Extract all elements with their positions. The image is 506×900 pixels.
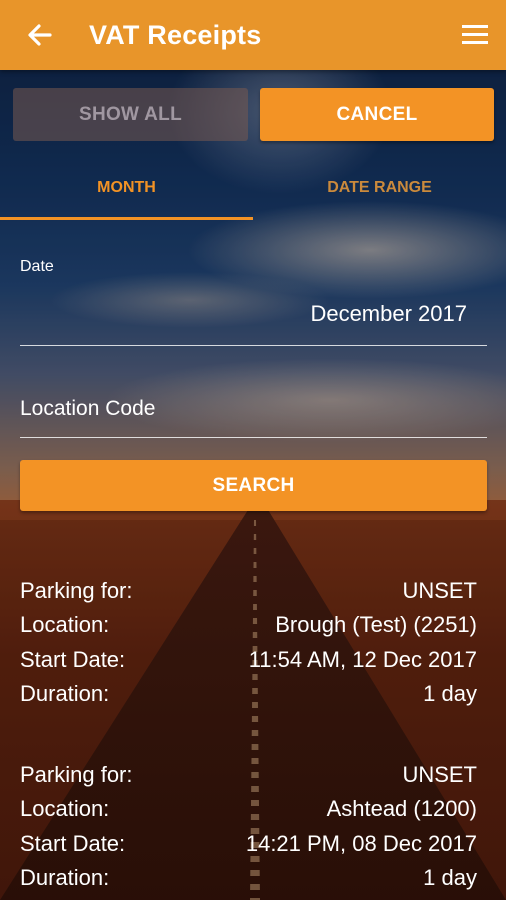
receipt-key: Location: [20, 796, 110, 822]
receipt-item[interactable]: Parking for: UNSET Location: Ashtead (12… [20, 762, 477, 899]
receipt-value: 1 day [423, 680, 477, 706]
receipt-row-duration: Duration: 1 day [20, 681, 477, 715]
receipt-value: UNSET [402, 578, 477, 603]
location-field-underline [20, 437, 487, 438]
receipt-value: 11:54 AM, 12 Dec 2017 [248, 646, 477, 672]
receipt-row-parking-for: Parking for: UNSET [20, 762, 477, 796]
search-button[interactable]: SEARCH [20, 460, 487, 511]
date-field-underline [20, 345, 487, 346]
tab-indicator [0, 217, 253, 220]
receipt-key: Start Date: [20, 646, 126, 672]
receipt-row-location: Location: Brough (Test) (2251) [20, 612, 477, 646]
app-bar: VAT Receipts [0, 0, 506, 70]
receipt-key: Parking for: [20, 578, 133, 603]
receipt-row-location: Location: Ashtead (1200) [20, 796, 477, 830]
receipt-key: Location: [20, 612, 110, 638]
receipt-value: UNSET [402, 762, 477, 787]
tab-date-range[interactable]: DATE RANGE [253, 168, 506, 218]
location-code-input[interactable] [20, 394, 487, 424]
receipt-row-start-date: Start Date: 11:54 AM, 12 Dec 2017 [20, 647, 477, 681]
date-picker-field[interactable]: December 2017 [310, 301, 467, 327]
receipt-value: Ashtead (1200) [326, 796, 477, 822]
hamburger-menu-icon [462, 25, 488, 44]
menu-button[interactable] [460, 22, 490, 48]
tab-month[interactable]: MONTH [0, 168, 253, 218]
date-label: Date [20, 258, 54, 275]
receipt-item[interactable]: Parking for: UNSET Location: Brough (Tes… [20, 578, 477, 715]
receipt-key: Start Date: [20, 830, 126, 856]
back-button[interactable] [24, 19, 56, 51]
receipt-key: Duration: [20, 864, 110, 890]
receipt-value: 1 day [423, 864, 477, 890]
receipt-row-parking-for: Parking for: UNSET [20, 578, 477, 612]
arrow-left-icon [28, 24, 52, 46]
receipt-key: Parking for: [20, 762, 133, 787]
receipt-value: Brough (Test) (2251) [275, 612, 477, 638]
receipt-value: 14:21 PM, 08 Dec 2017 [245, 830, 477, 856]
receipt-row-start-date: Start Date: 14:21 PM, 08 Dec 2017 [20, 831, 477, 865]
receipt-key: Duration: [20, 680, 110, 706]
cancel-button[interactable]: CANCEL [260, 88, 494, 141]
receipt-row-duration: Duration: 1 day [20, 865, 477, 899]
screen-content: VAT Receipts SHOW ALL CANCEL MONTH DATE … [0, 0, 506, 900]
show-all-button[interactable]: SHOW ALL [13, 88, 248, 141]
page-title: VAT Receipts [89, 20, 262, 50]
